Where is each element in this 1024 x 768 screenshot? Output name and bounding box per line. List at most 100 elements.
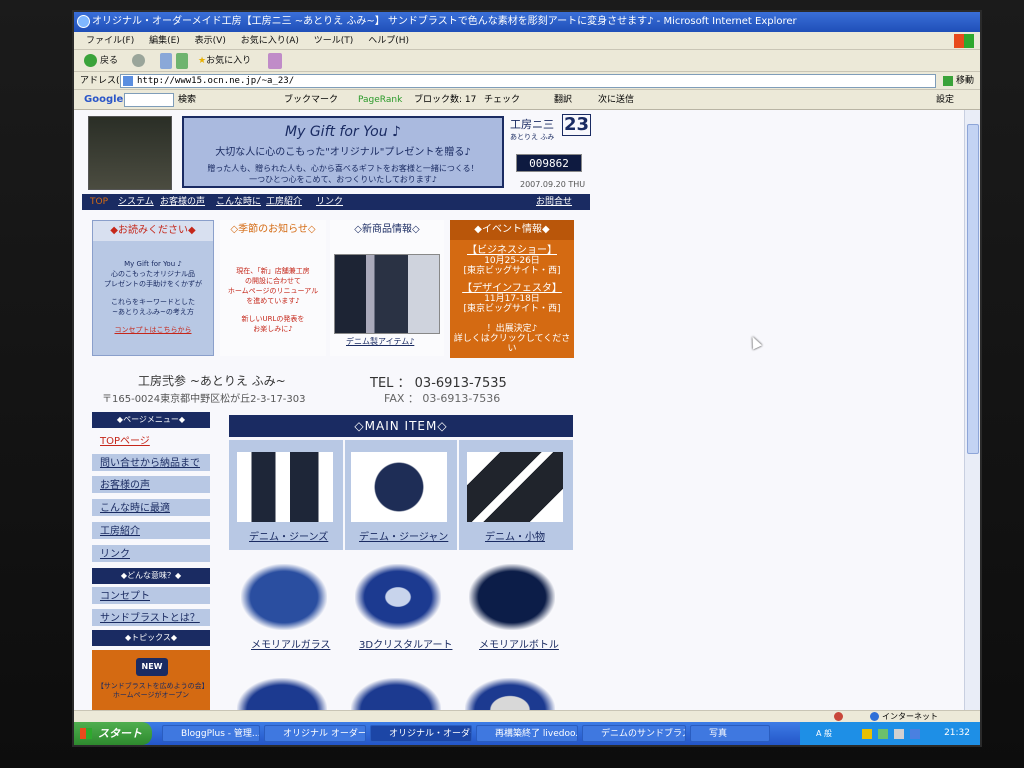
item-photo-row3-3[interactable]: [465, 678, 555, 710]
concept-link[interactable]: コンセプトはこちらから: [93, 325, 213, 335]
google-toolbar: Google 検索 ブックマーク PageRank ブロック数: 17 チェック…: [74, 90, 980, 110]
favorites-button[interactable]: ★お気に入り: [198, 53, 251, 69]
browser-window: オリジナル・オーダーメイド工房【工房ニ三 ~あとりえ ふみ~】 サンドブラストで…: [74, 12, 980, 745]
task-denim[interactable]: デニムのサンドブラス...: [582, 725, 686, 742]
meaning-head: ◆どんな意味？◆: [92, 568, 210, 584]
nav-voice[interactable]: お客様の声: [160, 194, 205, 210]
scrollbar-thumb[interactable]: [967, 124, 979, 454]
menu-view[interactable]: 表示(V): [195, 32, 226, 50]
logo-area: 工房ニ三 23 あとりえ ふみ 009862 2007.09.20 THU: [510, 114, 592, 192]
nav-contact[interactable]: お問合せ: [536, 194, 572, 210]
tray-icon-4[interactable]: [910, 729, 920, 739]
accessory-link[interactable]: デニム・小物: [485, 528, 545, 543]
nav-top[interactable]: TOP: [90, 194, 108, 210]
back-arrow-icon: [84, 54, 97, 67]
status-bar: インターネット: [74, 710, 980, 722]
google-settings-button[interactable]: 設定: [936, 90, 954, 110]
tray-icon-2[interactable]: [878, 729, 888, 739]
menu-help[interactable]: ヘルプ(H): [368, 32, 409, 50]
nav-system[interactable]: システム: [118, 194, 154, 210]
menu-file[interactable]: ファイル(F): [86, 32, 134, 50]
side-item-concept[interactable]: コンセプト: [92, 587, 210, 606]
jacket-photo[interactable]: [351, 452, 447, 522]
side-item-about[interactable]: 工房紹介: [92, 522, 210, 541]
start-button[interactable]: スタート: [74, 722, 152, 745]
go-button[interactable]: 移動: [943, 73, 974, 89]
side-item-sandblast[interactable]: サンドブラストとは？: [92, 609, 210, 628]
nav-links[interactable]: リンク: [316, 194, 343, 210]
address-input[interactable]: http://www15.ocn.ne.jp/~a_23/: [120, 74, 936, 88]
logo-number: 23: [562, 114, 592, 136]
side-menu-head: ◆ページメニュー◆: [92, 412, 210, 428]
memorial-bottle-link[interactable]: メモリアルボトル: [479, 636, 559, 651]
google-search-button[interactable]: 検索: [178, 90, 196, 110]
translate-button[interactable]: 翻訳: [554, 90, 572, 110]
stop-icon[interactable]: [160, 53, 172, 69]
denim-item-photo[interactable]: [334, 254, 440, 334]
print-icon[interactable]: [268, 53, 282, 69]
vertical-scrollbar[interactable]: [964, 110, 980, 710]
studio-fax: FAX ： 03-6913-7536: [384, 392, 501, 405]
back-button[interactable]: 戻る: [84, 53, 118, 69]
menu-tools[interactable]: ツール(T): [314, 32, 354, 50]
bookmarks-button[interactable]: ブックマーク: [284, 90, 338, 110]
topics-head: ◆トピックス◆: [92, 630, 210, 646]
pagerank-indicator: PageRank: [358, 95, 403, 105]
event-box-head: ◆イベント情報◆: [450, 220, 574, 240]
season-line6: お楽しみに♪: [253, 325, 293, 333]
event2-title: 【デザインフェスタ】: [462, 283, 562, 294]
notice-line1: My Gift for You ♪: [124, 260, 182, 268]
monitor-bezel: オリジナル・オーダーメイド工房【工房ニ三 ~あとりえ ふみ~】 サンドブラストで…: [0, 0, 1024, 768]
forward-button[interactable]: [132, 53, 148, 69]
refresh-icon[interactable]: [176, 53, 188, 69]
banner-title: My Gift for You ♪: [285, 124, 401, 140]
address-bar: アドレス(D) http://www15.ocn.ne.jp/~a_23/ 移動: [74, 72, 980, 90]
side-menu: ◆ページメニュー◆ TOPページ 問い合せから納品まで お客様の声 こんな時に最…: [92, 412, 212, 710]
crystal-art-link[interactable]: 3Dクリスタルアート: [359, 636, 452, 651]
spell-check-button[interactable]: チェック: [484, 90, 520, 110]
new-badge: NEW: [136, 658, 168, 676]
topic-banner[interactable]: NEW 【サンドブラストを広めようの会】ホームページがオープン: [92, 650, 210, 710]
task-original-2[interactable]: オリジナル・オーダーメ...: [370, 725, 472, 742]
item-photo-row3-1[interactable]: [237, 678, 327, 710]
task-livedoor[interactable]: 再構築終了 livedoo...: [476, 725, 578, 742]
season-line3: ホームページのリニューアル: [227, 287, 319, 295]
memorial-bottle-photo[interactable]: [469, 564, 555, 630]
ime-indicator[interactable]: A 般: [816, 722, 832, 745]
event-box[interactable]: ◆イベント情報◆ 【ビジネスショー】 10月25-26日 [東京ビッグサイト・西…: [450, 220, 574, 358]
side-item-voice[interactable]: お客様の声: [92, 476, 210, 495]
memorial-glass-link[interactable]: メモリアルガラス: [251, 636, 330, 651]
windows-logo-icon: [954, 34, 974, 48]
tray-icon-1[interactable]: [862, 729, 872, 739]
side-item-flow[interactable]: 問い合せから納品まで: [92, 454, 210, 473]
memorial-glass-photo[interactable]: [241, 564, 327, 630]
jacket-link[interactable]: デニム・ジージャン: [359, 528, 448, 543]
menu-edit[interactable]: 編集(E): [149, 32, 180, 50]
side-item-when[interactable]: こんな時に最適: [92, 499, 210, 518]
popup-blocker-button[interactable]: ブロック数: 17: [414, 90, 476, 110]
window-title-bar[interactable]: オリジナル・オーダーメイド工房【工房ニ三 ~あとりえ ふみ~】 サンドブラストで…: [74, 12, 980, 32]
page-icon: [123, 76, 133, 86]
accessory-photo[interactable]: [467, 452, 563, 522]
window-title: オリジナル・オーダーメイド工房【工房ニ三 ~あとりえ ふみ~】 サンドブラストで…: [92, 16, 797, 27]
item-photo-row3-2[interactable]: [351, 678, 441, 710]
side-item-top[interactable]: TOPページ: [100, 432, 150, 447]
denim-item-link[interactable]: デニム製アイテム♪: [346, 336, 414, 347]
main-item-row1: デニム・ジーンズ デニム・ジージャン デニム・小物: [229, 440, 573, 550]
google-search-input[interactable]: [124, 93, 174, 107]
jeans-link[interactable]: デニム・ジーンズ: [249, 528, 328, 543]
menu-favorites[interactable]: お気に入り(A): [241, 32, 299, 50]
banner-line1: 贈った人も、贈られた人も、心から喜べるギフトをお客様と一緒につくる！: [207, 164, 479, 173]
notice-line3: プレゼントの手助けをくかずが: [104, 280, 202, 288]
send-to-button[interactable]: 次に送信: [598, 90, 634, 110]
task-original-1[interactable]: オリジナル オーダーメ...: [264, 725, 366, 742]
tray-icon-3[interactable]: [894, 729, 904, 739]
task-bloggplus[interactable]: BloggPlus - 管理...: [162, 725, 260, 742]
crystal-art-photo[interactable]: [355, 564, 441, 630]
jeans-photo[interactable]: [237, 452, 333, 522]
nav-about[interactable]: 工房紹介: [266, 194, 302, 210]
forward-arrow-icon: [132, 54, 145, 67]
side-item-links[interactable]: リンク: [92, 545, 210, 564]
nav-when[interactable]: こんな時に: [216, 194, 261, 210]
task-photos[interactable]: 写真: [690, 725, 770, 742]
